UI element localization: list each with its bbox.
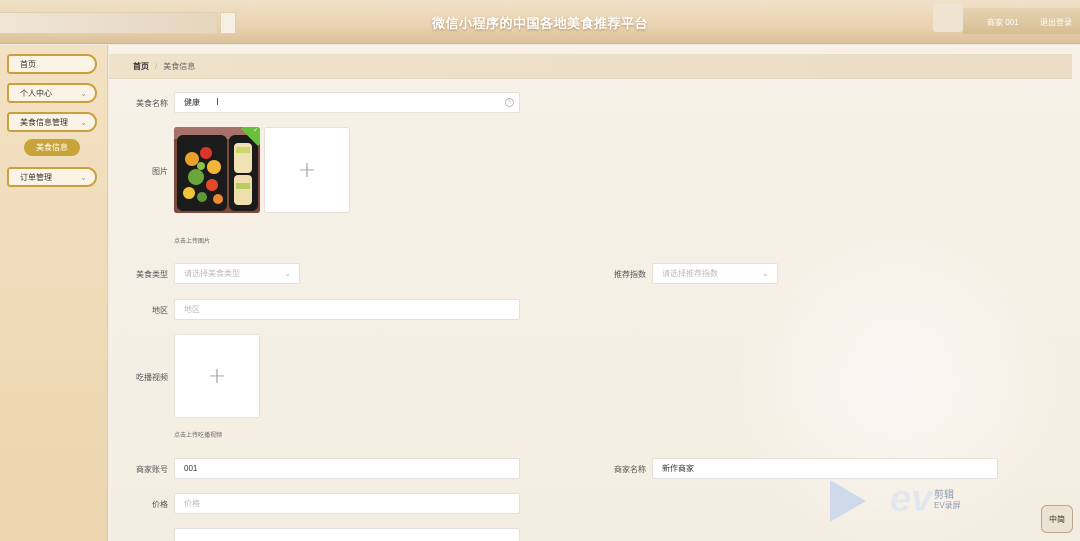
watermark-line1: 剪辑 bbox=[934, 490, 954, 501]
merchant-account-label: 商家账号 bbox=[136, 465, 168, 474]
image-upload-hint: 点击上传图片 bbox=[174, 239, 211, 245]
sidebar-item-home[interactable]: 首页 bbox=[7, 54, 97, 74]
sidebar-item-label: 订单管理 bbox=[20, 172, 52, 182]
next-field-input[interactable] bbox=[174, 528, 520, 541]
check-icon: ✓ bbox=[252, 128, 258, 134]
sidebar-item-order-management[interactable]: 订单管理 ⌄ bbox=[7, 167, 97, 187]
logout-link[interactable]: 退出登录 bbox=[1040, 17, 1072, 28]
recommend-index-select[interactable]: 请选择推荐指数 ⌄ bbox=[652, 263, 778, 284]
watermark-brand: ev bbox=[890, 478, 933, 520]
region-label: 地区 bbox=[152, 306, 168, 315]
merchant-name-label: 商家名称 bbox=[614, 465, 646, 474]
ev-watermark: ev 剪辑 EV录屏 bbox=[830, 478, 1040, 524]
ime-indicator[interactable]: 中简 bbox=[1041, 505, 1073, 533]
app-title: 微信小程序的中国各地美食推荐平台 bbox=[431, 16, 648, 31]
merchant-name-input[interactable]: 新作商家 bbox=[652, 458, 998, 479]
play-icon bbox=[830, 480, 866, 522]
breadcrumb-separator: / bbox=[155, 61, 158, 71]
video-upload-button[interactable]: + bbox=[174, 334, 260, 418]
watermark-line2: EV录屏 bbox=[934, 501, 961, 510]
image-label: 图片 bbox=[152, 167, 168, 176]
clear-icon[interactable]: × bbox=[505, 98, 514, 107]
food-type-placeholder: 请选择美食类型 bbox=[184, 269, 240, 278]
merchant-name-value: 新作商家 bbox=[662, 464, 694, 473]
food-type-select[interactable]: 请选择美食类型 ⌄ bbox=[174, 263, 300, 284]
price-label: 价格 bbox=[152, 500, 168, 509]
sidebar: 首页 个人中心 ⌄ 美食信息管理 ⌄ 美食信息 订单管理 ⌄ bbox=[0, 45, 108, 541]
chevron-down-icon: ⌄ bbox=[284, 269, 291, 278]
chevron-down-icon: ⌄ bbox=[762, 269, 769, 278]
merchant-account-input[interactable]: 001 bbox=[174, 458, 520, 479]
header-decoration-right bbox=[933, 4, 963, 32]
sidebar-subitem-food-info[interactable]: 美食信息 bbox=[24, 139, 80, 156]
food-name-value: 健康 bbox=[184, 98, 200, 107]
sidebar-item-label: 美食信息管理 bbox=[20, 117, 68, 127]
plus-icon: + bbox=[297, 157, 317, 183]
food-name-label: 美食名称 bbox=[136, 99, 168, 108]
region-placeholder: 地区 bbox=[184, 305, 200, 314]
merchant-account-value: 001 bbox=[184, 464, 198, 473]
price-placeholder: 价格 bbox=[184, 499, 200, 508]
sidebar-item-label: 个人中心 bbox=[20, 88, 52, 98]
chevron-down-icon: ⌄ bbox=[80, 118, 87, 127]
plus-icon: + bbox=[207, 363, 227, 389]
breadcrumb-home[interactable]: 首页 bbox=[133, 61, 149, 72]
food-name-input[interactable]: 健康 × bbox=[174, 92, 520, 113]
sidebar-item-food-management[interactable]: 美食信息管理 ⌄ bbox=[7, 112, 97, 132]
image-upload-button[interactable]: + bbox=[264, 127, 350, 213]
food-type-label: 美食类型 bbox=[136, 270, 168, 279]
breadcrumb-current: 美食信息 bbox=[163, 61, 196, 71]
video-upload-hint: 点击上传吃播视频 bbox=[174, 433, 223, 439]
text-cursor-icon: I bbox=[216, 97, 219, 108]
video-label: 吃播视频 bbox=[136, 373, 168, 382]
recommend-index-placeholder: 请选择推荐指数 bbox=[662, 269, 718, 278]
food-photo-icon bbox=[174, 127, 260, 213]
recommend-index-label: 推荐指数 bbox=[614, 270, 646, 279]
chevron-down-icon: ⌄ bbox=[80, 173, 87, 182]
price-input[interactable]: 价格 bbox=[174, 493, 520, 514]
chevron-down-icon: ⌄ bbox=[80, 89, 87, 98]
sidebar-item-personal-center[interactable]: 个人中心 ⌄ bbox=[7, 83, 97, 103]
breadcrumb: 首页 / 美食信息 bbox=[109, 54, 1072, 79]
food-image-thumbnail[interactable]: ✓ bbox=[174, 127, 260, 213]
sidebar-item-label: 首页 bbox=[20, 59, 36, 69]
current-user-label: 商家 001 bbox=[987, 18, 1019, 27]
top-header: 微信小程序的中国各地美食推荐平台 商家 001 退出登录 bbox=[0, 0, 1080, 44]
region-input[interactable]: 地区 bbox=[174, 299, 520, 320]
